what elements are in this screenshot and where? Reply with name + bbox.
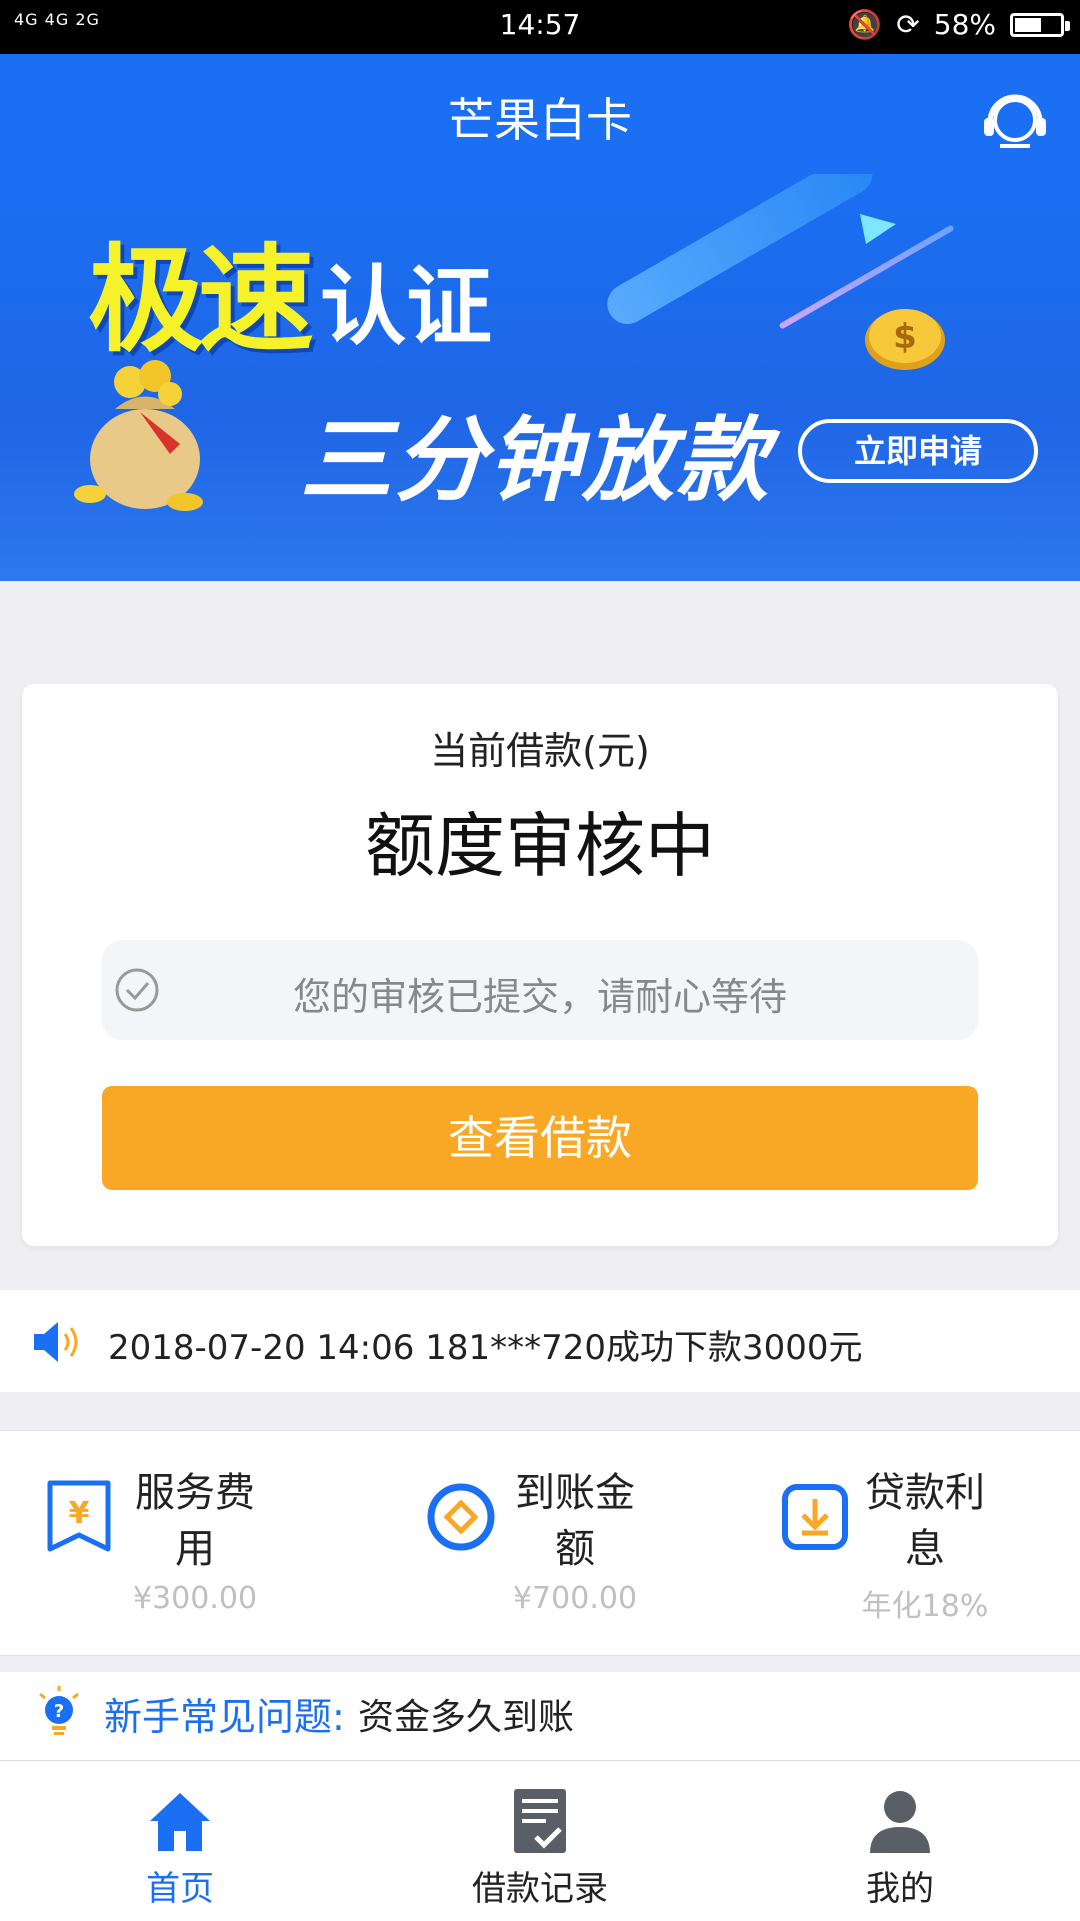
- app-header: 芒果白卡: [0, 54, 1080, 174]
- battery-fill: [1015, 17, 1041, 32]
- document-check-icon: [514, 1789, 566, 1853]
- user-icon: [870, 1791, 930, 1853]
- bell-muted-icon: 🔕: [847, 8, 883, 41]
- tab-home[interactable]: 首页: [0, 1761, 360, 1921]
- download-box-icon: [782, 1484, 848, 1550]
- coin-icon: $: [865, 309, 945, 370]
- tab-label: 借款记录: [472, 1869, 608, 1909]
- feature-loan-interest[interactable]: 贷款利 息 年化18%: [740, 1431, 1080, 1655]
- loan-status: 额度审核中: [365, 805, 715, 887]
- announcement-ticker: 2018-07-20 14:06 181***720成功下款3000元: [0, 1290, 1080, 1392]
- tab-loan-records[interactable]: 借款记录: [360, 1761, 720, 1921]
- feature-value: 年化18%: [861, 1589, 989, 1624]
- diamond-circle-icon: [427, 1483, 495, 1551]
- feature-value: ¥300.00: [132, 1581, 258, 1616]
- loan-status-card: 当前借款(元) 额度审核中 您的审核已提交，请耐心等待 查看借款: [22, 684, 1058, 1246]
- svg-text:$: $: [893, 317, 917, 357]
- review-notice: 您的审核已提交，请耐心等待: [102, 940, 978, 1040]
- feature-value: ¥700.00: [512, 1581, 638, 1616]
- loan-features: ¥ 服务费 用 ¥300.00 到账金 额 ¥700.00 贷款利 息 年化18…: [0, 1430, 1080, 1656]
- money-bag-icon: [74, 360, 203, 511]
- battery-icon: [1010, 12, 1070, 37]
- battery-percent: 58%: [933, 8, 996, 41]
- paper-plane-icon: [860, 214, 896, 244]
- page-title: 芒果白卡: [448, 93, 632, 147]
- rotation-lock-icon: ⟳: [896, 8, 920, 41]
- bottom-tab-bar: 首页 借款记录 我的: [0, 1760, 1080, 1921]
- decor-streak: [600, 174, 880, 332]
- home-icon: [150, 1793, 210, 1851]
- faq-question[interactable]: 资金多久到账: [358, 1688, 574, 1740]
- feature-label: 贷款利 息: [865, 1470, 985, 1572]
- faq-row[interactable]: ? 新手常见问题: 资金多久到账: [0, 1672, 1080, 1760]
- banner-subline: 三分钟放款: [300, 407, 771, 514]
- apply-now-button[interactable]: 立即申请: [798, 419, 1038, 483]
- headset-icon[interactable]: [980, 82, 1050, 152]
- feature-label: 到账金 额: [515, 1470, 635, 1572]
- yen-bookmark-icon: ¥: [47, 1480, 111, 1552]
- lightbulb-icon: ?: [39, 1686, 79, 1735]
- tab-label: 首页: [146, 1869, 214, 1909]
- feature-label: 服务费 用: [135, 1470, 255, 1572]
- view-loan-button[interactable]: 查看借款: [102, 1086, 978, 1190]
- tab-mine[interactable]: 我的: [720, 1761, 1080, 1921]
- status-right: 🔕 ⟳ 58%: [847, 8, 1070, 41]
- svg-text:?: ?: [54, 1701, 64, 1722]
- promo-banner[interactable]: 极速 认证 三分钟放款 立即申请 $: [0, 174, 1080, 581]
- feature-received-amount[interactable]: 到账金 额 ¥700.00: [380, 1431, 720, 1655]
- ticker-message: 2018-07-20 14:06 181***720成功下款3000元: [108, 1328, 863, 1368]
- faq-prefix: 新手常见问题:: [104, 1695, 345, 1739]
- tab-label: 我的: [866, 1869, 934, 1909]
- loan-caption: 当前借款(元): [430, 729, 650, 773]
- speaker-icon: [34, 1322, 78, 1362]
- review-notice-text: 您的审核已提交，请耐心等待: [292, 975, 787, 1019]
- banner-headline-rest: 认证: [320, 257, 492, 357]
- feature-service-fee[interactable]: ¥ 服务费 用 ¥300.00: [0, 1431, 360, 1655]
- svg-text:¥: ¥: [69, 1496, 90, 1531]
- status-bar: 4G 4G 2G 14:57 🔕 ⟳ 58%: [0, 0, 1080, 54]
- banner-headline-highlight: 极速: [88, 233, 314, 368]
